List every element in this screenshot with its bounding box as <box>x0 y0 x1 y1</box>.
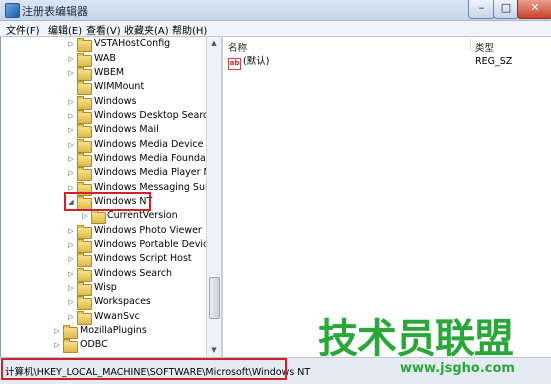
column-divider[interactable] <box>470 39 471 51</box>
expand-icon[interactable]: ▷ <box>67 267 75 281</box>
highlight-box-windows-nt <box>64 192 151 211</box>
folder-icon <box>77 67 92 81</box>
folder-icon <box>77 282 92 296</box>
tree-scrollbar[interactable]: ▲ ▼ <box>206 37 221 357</box>
folder-icon <box>77 268 92 282</box>
expand-icon[interactable]: ▷ <box>67 138 75 152</box>
folder-icon <box>77 124 92 138</box>
value-type: REG_SZ <box>475 56 513 67</box>
folder-icon <box>77 167 92 181</box>
expand-icon[interactable]: ▷ <box>67 37 75 51</box>
registry-app-icon <box>5 3 20 18</box>
tree-item-label: Windows Desktop Search <box>94 110 208 121</box>
tree-item-label: Windows Media Device Ma <box>94 139 208 150</box>
expand-icon[interactable]: ▷ <box>67 123 75 137</box>
expand-icon[interactable]: ▷ <box>67 109 75 123</box>
folder-icon <box>77 81 92 95</box>
tree-item-label: WBEM <box>94 67 125 78</box>
expand-icon[interactable]: ▷ <box>67 95 75 109</box>
folder-icon <box>77 38 92 52</box>
watermark-url: www.jsgho.com <box>400 361 515 376</box>
expand-icon[interactable]: ▷ <box>81 209 89 223</box>
column-header-name[interactable]: 名称 <box>228 40 247 54</box>
minimize-button[interactable]: – <box>468 0 495 19</box>
tree-item-label: CurrentVersion <box>107 210 178 221</box>
folder-icon <box>77 139 92 153</box>
tree-item-label: WwanSvc <box>94 311 140 322</box>
scroll-up-arrow-icon[interactable]: ▲ <box>208 37 220 50</box>
tree-item-label: Windows Mail <box>94 124 159 135</box>
folder-icon <box>77 296 92 310</box>
expand-icon[interactable]: ▷ <box>67 295 75 309</box>
tree-item-label: Workspaces <box>94 296 151 307</box>
watermark-text: 技术员联盟 <box>318 316 514 362</box>
scroll-down-arrow-icon[interactable]: ▼ <box>208 344 220 357</box>
tree-item-label: Windows Media Player NS <box>94 167 208 178</box>
window-title: 注册表编辑器 <box>22 5 88 18</box>
value-row[interactable]: ab (默认) REG_SZ <box>223 55 551 70</box>
expand-icon[interactable]: ▷ <box>67 281 75 295</box>
expand-icon[interactable]: ▷ <box>53 338 61 352</box>
maximize-button[interactable]: □ <box>493 0 519 19</box>
expand-icon[interactable]: ▷ <box>67 224 75 238</box>
tree-item-label: WAB <box>94 53 116 64</box>
menu-view[interactable]: 查看(V) <box>86 22 121 37</box>
column-header-type[interactable]: 类型 <box>475 40 494 54</box>
menu-bar: 文件(F) 编辑(E) 查看(V) 收藏夹(A) 帮助(H) <box>0 21 551 37</box>
value-name: (默认) <box>243 56 270 67</box>
tree-item-label: Windows Script Host <box>94 253 192 264</box>
tree-item-label: WIMMount <box>94 81 145 92</box>
tree-item-label: Windows Media Foundation <box>94 153 207 164</box>
expand-icon[interactable]: ▷ <box>67 66 75 80</box>
values-pane[interactable]: 名称 类型 ab (默认) REG_SZ <box>223 37 551 357</box>
expand-icon[interactable]: ▷ <box>67 310 75 324</box>
folder-icon <box>77 225 92 239</box>
folder-icon <box>91 210 106 224</box>
expand-icon[interactable] <box>67 80 75 94</box>
tree-item-label: Windows <box>94 96 137 107</box>
folder-icon <box>77 153 92 167</box>
menu-edit[interactable]: 编辑(E) <box>48 22 82 37</box>
highlight-box-status-path <box>1 358 287 380</box>
tree-item-label: VSTAHostConfig <box>94 38 171 49</box>
scroll-thumb[interactable] <box>209 277 220 319</box>
expand-icon[interactable]: ▷ <box>67 166 75 180</box>
menu-favorites[interactable]: 收藏夹(A) <box>124 22 169 37</box>
folder-icon <box>77 53 92 67</box>
expand-icon[interactable]: ▷ <box>67 238 75 252</box>
folder-icon <box>77 110 92 124</box>
folder-icon <box>63 325 78 339</box>
title-bar[interactable]: 注册表编辑器 – □ ✕ <box>0 0 551 21</box>
watermark-logo: 技术员联盟 www.jsgho.com <box>318 316 515 376</box>
menu-help[interactable]: 帮助(H) <box>172 22 207 37</box>
menu-file[interactable]: 文件(F) <box>6 22 40 37</box>
tree-item-label: Windows Photo Viewer <box>94 225 202 236</box>
folder-icon <box>63 339 78 353</box>
tree-item-label: MozillaPlugins <box>80 325 147 336</box>
registry-editor-window: 注册表编辑器 – □ ✕ 文件(F) 编辑(E) 查看(V) 收藏夹(A) 帮助… <box>0 0 551 384</box>
folder-icon <box>77 96 92 110</box>
expand-icon[interactable]: ▷ <box>67 152 75 166</box>
expand-icon[interactable]: ▷ <box>67 252 75 266</box>
folder-icon <box>77 253 92 267</box>
close-button[interactable]: ✕ <box>517 0 551 19</box>
tree-item-label: Windows Search <box>94 268 173 279</box>
expand-icon[interactable]: ▷ <box>67 52 75 66</box>
tree-item-label: Wisp <box>94 282 117 293</box>
tree-item-label: ODBC <box>80 339 108 350</box>
string-value-icon: ab <box>228 58 241 70</box>
tree-item-label: Windows Portable Devices <box>94 239 208 250</box>
expand-icon[interactable]: ▷ <box>53 324 61 338</box>
folder-icon <box>77 239 92 253</box>
